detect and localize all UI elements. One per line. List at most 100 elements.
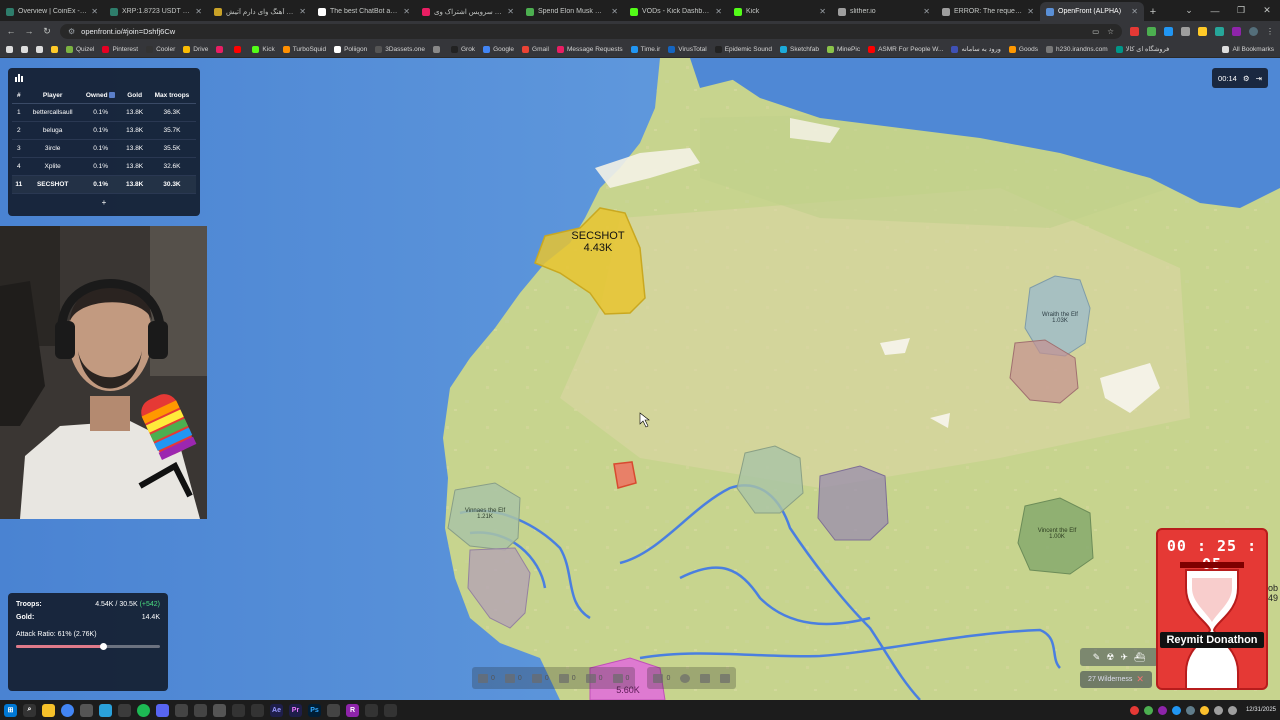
profile-avatar[interactable] (1249, 26, 1258, 36)
app-icon[interactable] (327, 703, 340, 717)
maximize-button[interactable]: ❐ (1228, 0, 1254, 21)
leaderboard-row[interactable]: 4 Xplite 0.1% 13.8K 32.6K (12, 157, 196, 176)
bar-chart-icon[interactable] (14, 72, 196, 84)
bookmark-item[interactable]: Google (483, 45, 514, 53)
bookmark-folder-icon[interactable] (6, 45, 13, 53)
browser-tab[interactable]: ERROR: The request coul ✕ (936, 2, 1040, 21)
build-item-city[interactable]: 0 (475, 673, 498, 683)
close-tab-icon[interactable]: ✕ (1027, 7, 1034, 16)
bookmark-star-icon[interactable]: ☆ (1107, 27, 1114, 36)
new-tab-button[interactable]: + (1144, 2, 1162, 21)
close-tab-icon[interactable]: ✕ (1131, 7, 1138, 16)
bookmark-folder-icon[interactable] (36, 45, 43, 53)
close-icon[interactable]: ✕ (1136, 674, 1144, 685)
tray-icon[interactable] (1157, 705, 1167, 715)
bookmark-item[interactable]: Pinterest (102, 45, 138, 53)
close-tab-icon[interactable]: ✕ (403, 7, 410, 16)
tab-search-icon[interactable]: ⌄ (1176, 0, 1202, 21)
bookmark-item[interactable]: Gmail (522, 45, 549, 53)
pencil-icon[interactable]: ✎ (1093, 652, 1101, 663)
radiation-icon[interactable]: ☢ (1106, 652, 1114, 663)
build-item-sam-launcher[interactable]: 0 (610, 673, 633, 683)
browser-tab[interactable]: دانلود آهنگ وای دارم آتیش ✕ (208, 2, 312, 21)
app-icon[interactable] (251, 703, 264, 717)
extension-icon[interactable] (1147, 26, 1156, 36)
bookmark-item[interactable]: Kick (252, 45, 275, 53)
close-tab-icon[interactable]: ✕ (195, 7, 202, 16)
forward-icon[interactable]: → (24, 26, 34, 36)
wifi-icon[interactable] (1213, 705, 1223, 715)
close-tab-icon[interactable]: ✕ (819, 7, 826, 16)
app-icon[interactable] (213, 703, 226, 717)
extensions-puzzle-icon[interactable] (1232, 26, 1241, 36)
browser-tab[interactable]: Kick ✕ (728, 2, 832, 21)
minimize-button[interactable]: — (1202, 0, 1228, 21)
build-item-atom-bomb[interactable] (677, 673, 693, 683)
spotify-icon[interactable] (137, 703, 150, 717)
bookmark-item[interactable] (216, 45, 226, 53)
bookmark-item[interactable]: 3Dassets.one (375, 45, 425, 53)
build-item-missile-silo[interactable]: 0 (583, 673, 606, 683)
settings-gear-icon[interactable]: ⚙ (1243, 74, 1250, 83)
back-icon[interactable]: ← (6, 26, 16, 36)
extension-icon[interactable] (1215, 26, 1224, 36)
windows-start-icon[interactable]: ⊞ (4, 703, 17, 717)
bookmark-item[interactable]: Message Requests (557, 45, 623, 53)
app-icon[interactable] (80, 703, 93, 717)
menu-icon[interactable]: ⋮ (1266, 27, 1274, 36)
bookmark-item[interactable] (432, 45, 443, 53)
bookmark-item[interactable]: Cooler (146, 45, 175, 53)
after-effects-icon[interactable]: Ae (270, 703, 283, 717)
wilderness-chip[interactable]: 27 Wilderness ✕ (1080, 671, 1152, 688)
browser-tab[interactable]: Spend Elon Musk Money ✕ (520, 2, 624, 21)
column-header-troops[interactable]: Max troops (147, 88, 196, 104)
chrome-icon[interactable] (61, 703, 74, 717)
column-header-gold[interactable]: Gold (121, 88, 148, 104)
territory-player[interactable] (817, 465, 889, 541)
all-bookmarks-button[interactable]: All Bookmarks (1222, 45, 1274, 53)
bookmark-item[interactable]: Grok (450, 45, 475, 53)
search-icon[interactable]: ⌕ (23, 703, 36, 717)
bookmark-item[interactable]: VirusTotal (668, 45, 707, 53)
leaderboard-row[interactable]: 2 beluga 0.1% 13.8K 35.7K (12, 121, 196, 140)
bookmark-item[interactable]: Time.ir (630, 45, 660, 53)
app-icon[interactable] (175, 703, 188, 717)
build-item-mirv[interactable] (717, 673, 733, 683)
tray-icon[interactable] (1129, 705, 1139, 715)
url-text[interactable]: openfront.io/#join=Dshfj6Cw (81, 27, 175, 36)
extension-icon[interactable] (1181, 26, 1190, 36)
premiere-icon[interactable]: Pr (289, 703, 302, 717)
browser-tab[interactable]: VODs - Kick Dashboard ✕ (624, 2, 728, 21)
build-item-hydrogen-bomb[interactable] (697, 673, 713, 683)
close-tab-icon[interactable]: ✕ (715, 7, 722, 16)
extension-icon[interactable] (1164, 26, 1173, 36)
bookmark-item[interactable]: فروشگاه ای کالا (1115, 45, 1169, 53)
build-item-port[interactable]: 0 (529, 673, 552, 683)
extension-icon[interactable] (1198, 26, 1207, 36)
tray-icon[interactable] (1171, 705, 1181, 715)
browser-tab[interactable]: XRP:1.8723 USDT | Futur ✕ (104, 2, 208, 21)
ship-icon[interactable]: ⛴ (1134, 652, 1145, 663)
tray-icon[interactable] (1199, 705, 1209, 715)
close-tab-icon[interactable]: ✕ (507, 7, 514, 16)
discord-icon[interactable] (156, 703, 169, 717)
site-info-icon[interactable]: ⚙ (68, 27, 75, 36)
bookmark-item[interactable]: TurboSquid (282, 45, 326, 53)
reload-icon[interactable]: ↻ (42, 26, 52, 37)
plane-icon[interactable]: ✈ (1120, 652, 1128, 663)
close-tab-icon[interactable]: ✕ (91, 7, 98, 16)
build-item-factory[interactable]: 0 (502, 673, 525, 683)
browser-tab[interactable]: slither.io ✕ (832, 2, 936, 21)
app-icon[interactable] (365, 703, 378, 717)
tray-icon[interactable] (1185, 705, 1195, 715)
leaderboard-row[interactable]: 1 bettercallsaull 0.1% 13.8K 36.3K (12, 103, 196, 122)
sort-icon[interactable] (109, 92, 116, 99)
bookmark-item[interactable]: Poliigon (334, 45, 367, 53)
close-tab-icon[interactable]: ✕ (923, 7, 930, 16)
app-icon[interactable]: R (346, 703, 359, 717)
game-canvas[interactable]: SECSHOT 4.43K Wraith the Elf 1.03K Vinna… (0, 58, 1280, 700)
bookmark-item[interactable]: Epidemic Sound (714, 45, 772, 53)
attack-ratio-handle[interactable] (100, 643, 108, 650)
browser-tab[interactable]: Overview | CoinEx - The G ✕ (0, 2, 104, 21)
app-icon[interactable] (194, 703, 207, 717)
